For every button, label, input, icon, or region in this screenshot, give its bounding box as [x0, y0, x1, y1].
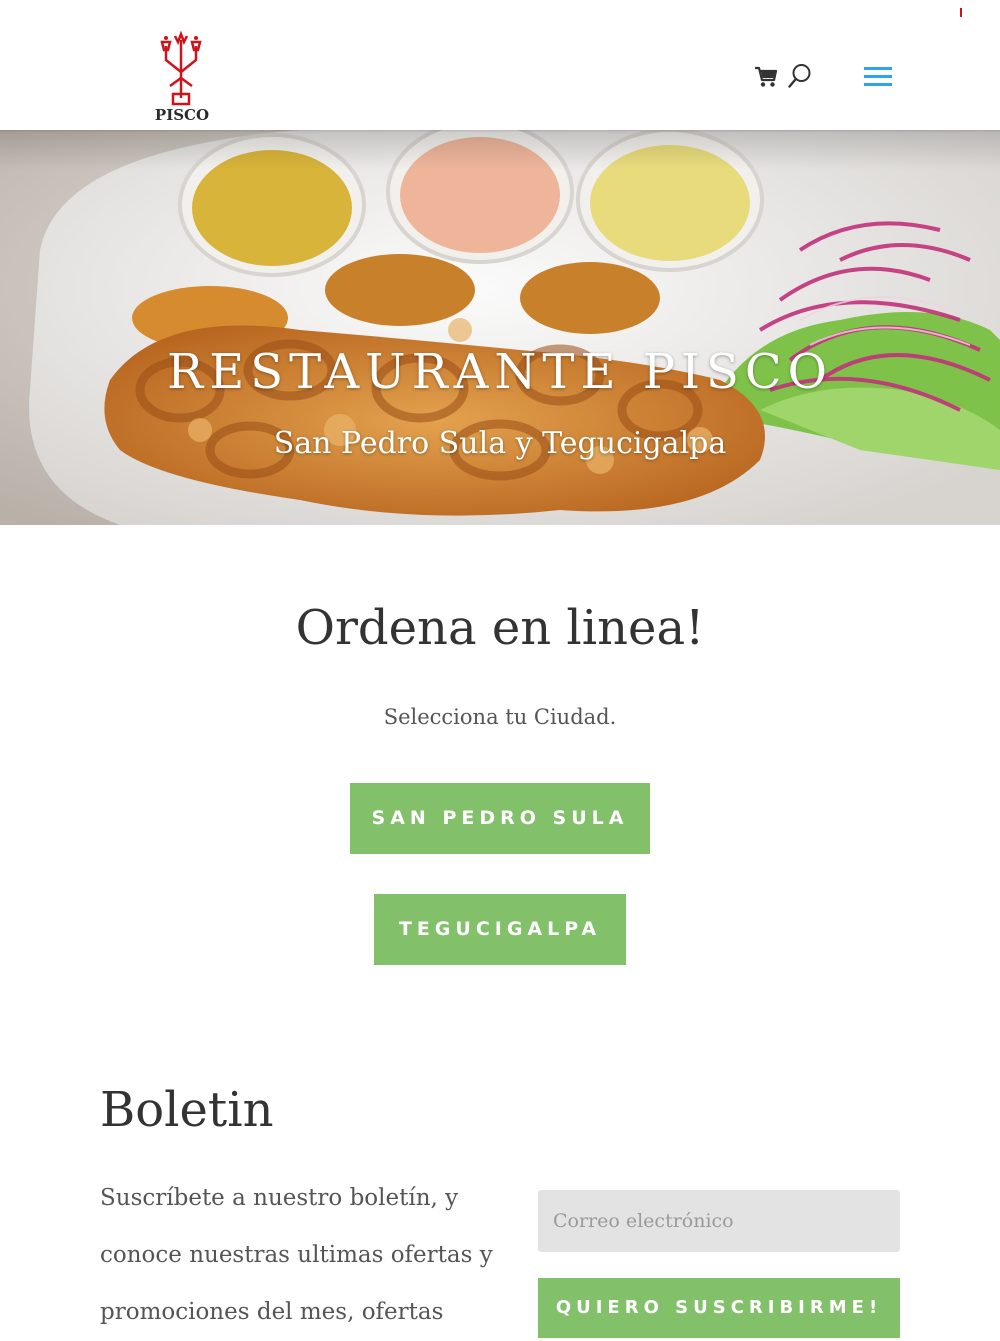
order-online-heading: Ordena en linea!	[295, 600, 705, 656]
cart-icon[interactable]	[754, 66, 778, 88]
hero-title: RESTAURANTE PISCO	[167, 344, 833, 400]
san-pedro-sula-button[interactable]: SAN PEDRO SULA	[350, 783, 650, 854]
tegucigalpa-button[interactable]: TEGUCIGALPA	[374, 894, 626, 965]
newsletter-description: Suscríbete a nuestro boletín, y conoce n…	[100, 1185, 493, 1325]
logo-emblem-icon	[160, 30, 202, 106]
hero-subtitle: San Pedro Sula y Tegucigalpa	[273, 426, 727, 461]
top-indicator	[960, 8, 962, 17]
site-logo[interactable]: PISCO	[148, 30, 218, 126]
site-header: PISCO	[0, 0, 1000, 130]
newsletter-heading: Boletin	[100, 1082, 274, 1138]
select-city-text: Selecciona tu Ciudad.	[383, 705, 617, 729]
hero-banner: RESTAURANTE PISCO San Pedro Sula y Teguc…	[0, 130, 1000, 525]
hero-food-image	[0, 130, 1000, 525]
search-icon[interactable]	[788, 63, 812, 89]
hamburger-menu-icon[interactable]	[864, 66, 892, 88]
logo-text: PISCO	[154, 106, 210, 124]
email-field[interactable]	[538, 1190, 900, 1252]
subscribe-button[interactable]: QUIERO SUSCRIBIRME!	[538, 1278, 900, 1338]
